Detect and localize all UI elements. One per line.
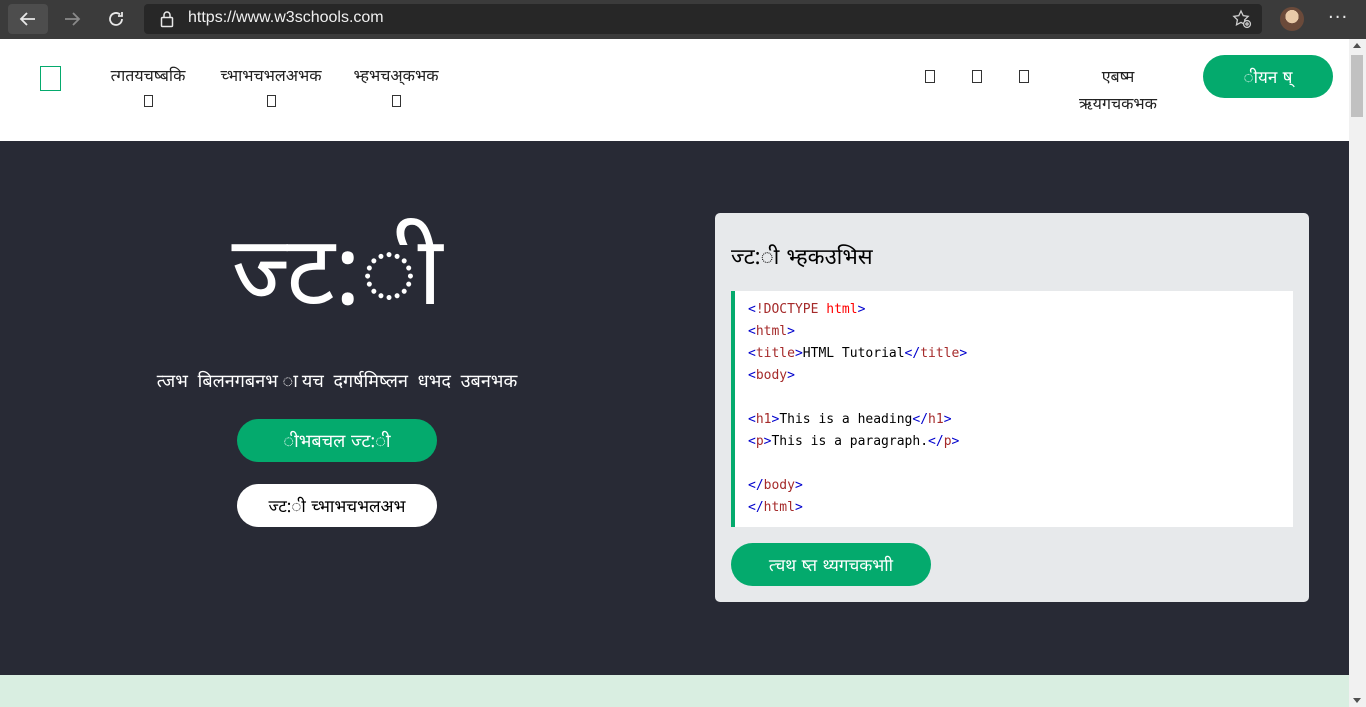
chevron-down-icon [391, 95, 401, 107]
certificate-icon[interactable] [972, 70, 982, 83]
back-button[interactable] [8, 4, 48, 34]
add-favorite-button[interactable] [1232, 9, 1252, 29]
lock-icon [160, 11, 174, 28]
scroll-thumb[interactable] [1351, 55, 1363, 117]
login-label-line1: एबष्म [1101, 67, 1135, 86]
browser-toolbar: https://www.w3schools.com ··· [0, 0, 1366, 39]
hero-section: ज्ट:ी त्जभ बिलनगबनभ ायच दगर्षमिष्लन धभद … [0, 141, 1349, 675]
page-scrollbar[interactable] [1349, 39, 1366, 707]
scroll-up-arrow-icon[interactable] [1353, 43, 1361, 48]
hero-subtitle: त्जभ बिलनगबनभ ायच दगर्षमिष्लन धभद उबनभक [156, 371, 518, 392]
code-line: <h1>This is a heading</h1> [748, 412, 952, 427]
code-line: </body> [748, 478, 803, 493]
hero-title: ज्ट:ी [231, 215, 443, 327]
example-card: ज्ट:ी भ्हकउभिस <!DOCTYPE html> <html> <t… [715, 213, 1309, 602]
w3schools-logo[interactable] [40, 66, 61, 91]
chevron-down-icon [143, 95, 153, 107]
example-title: ज्ट:ी भ्हकउभिस [731, 245, 873, 270]
browser-menu-button[interactable]: ··· [1328, 7, 1348, 28]
code-line: <title>HTML Tutorial</title> [748, 346, 968, 361]
code-line: <!DOCTYPE html> [748, 302, 866, 317]
nav-item-tutorials[interactable]: त्गतयचष्बकि [98, 63, 198, 115]
arrow-left-icon [19, 12, 35, 26]
html-reference-button[interactable]: ज्ट:ी च्भाभचभलअभ [237, 484, 437, 527]
search-icon[interactable] [1019, 70, 1029, 83]
nav-item-label: भ्हभचअ्कभक [353, 66, 439, 85]
scroll-down-arrow-icon[interactable] [1353, 698, 1361, 703]
reload-button[interactable] [96, 4, 136, 34]
code-line: <body> [748, 368, 795, 383]
nav-item-references[interactable]: च्भाभचभलअभक [216, 63, 326, 115]
nav-item-label: त्गतयचष्बकि [110, 66, 186, 85]
signup-button[interactable]: ीयन ष् [1203, 55, 1333, 98]
login-link[interactable]: एबष्म ऋयगचकभक [1068, 63, 1168, 117]
forward-button[interactable] [52, 4, 92, 34]
chevron-down-icon [266, 95, 276, 107]
nav-item-exercises[interactable]: भ्हभचअ्कभक [348, 63, 444, 115]
code-example: <!DOCTYPE html> <html> <title>HTML Tutor… [731, 291, 1293, 527]
arrow-right-icon [65, 12, 81, 26]
reload-icon [109, 12, 123, 26]
login-label-line2: ऋयगचकभक [1079, 94, 1157, 113]
star-plus-icon [1232, 9, 1252, 29]
code-line: <p>This is a paragraph.</p> [748, 434, 960, 449]
learn-html-button[interactable]: ीभबचल ज्ट:ी [237, 419, 437, 462]
try-it-yourself-button[interactable]: त्चथ ष्त थ्यगचकभाी [731, 543, 931, 586]
theme-toggle-icon[interactable] [925, 70, 935, 83]
next-section [0, 675, 1349, 707]
profile-avatar[interactable] [1280, 7, 1304, 31]
nav-item-label: च्भाभचभलअभक [220, 66, 322, 85]
code-line: </html> [748, 500, 803, 515]
code-line: <html> [748, 324, 795, 339]
url-text[interactable]: https://www.w3schools.com [188, 9, 384, 27]
site-topnav: त्गतयचष्बकि च्भाभचभलअभक भ्हभचअ्कभक एबष्म… [0, 39, 1349, 141]
